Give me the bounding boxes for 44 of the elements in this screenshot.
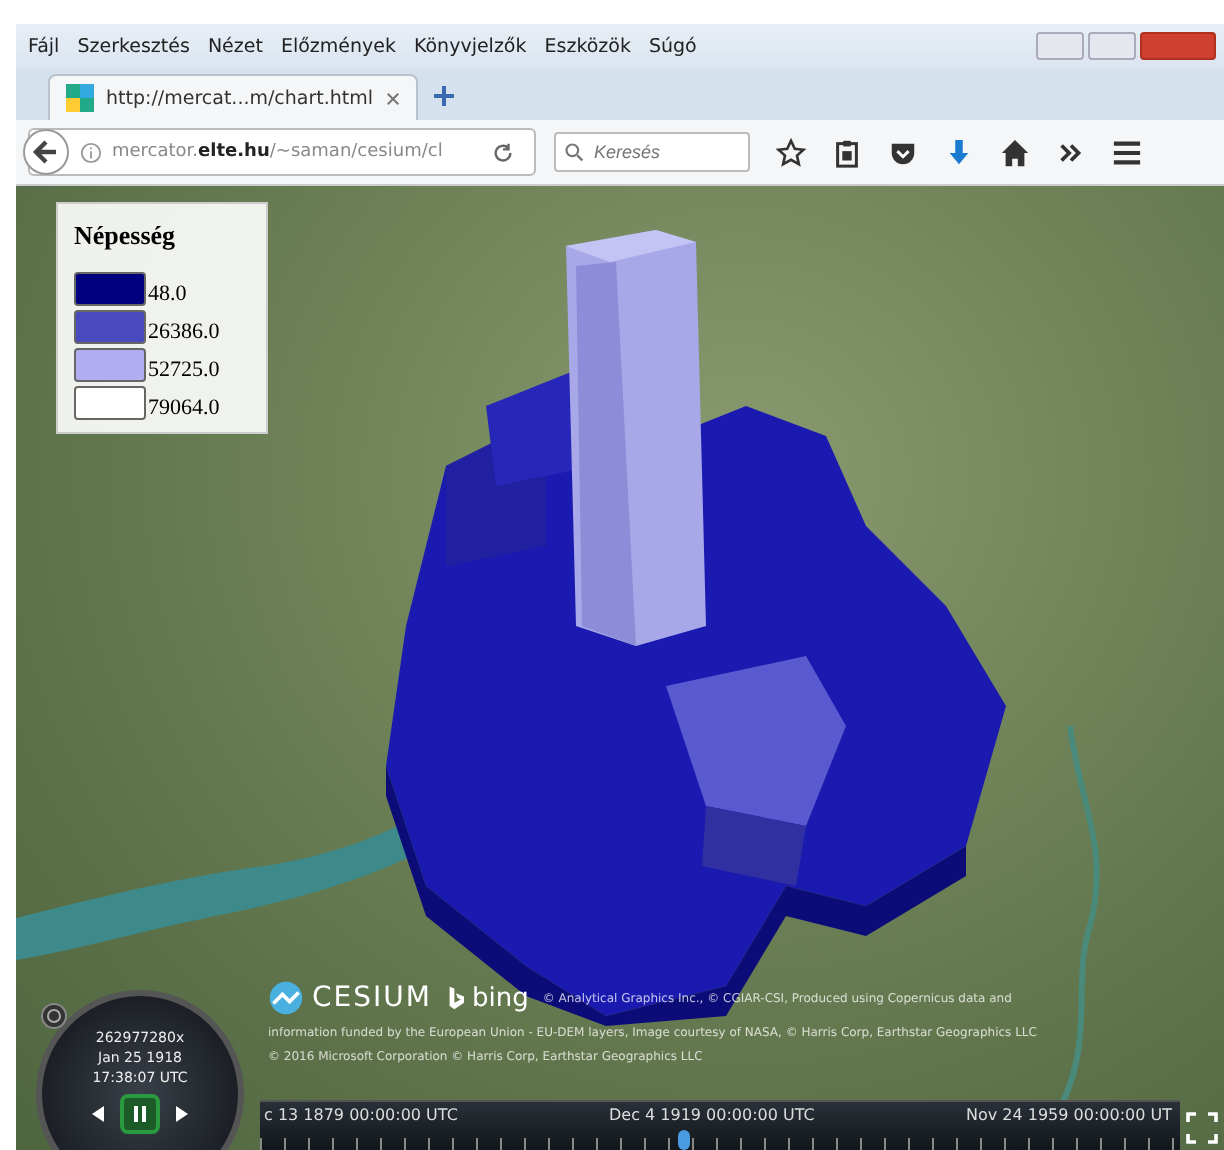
legend-label: 48.0 bbox=[148, 282, 187, 306]
search-icon bbox=[564, 142, 584, 162]
menu-item[interactable]: Eszközök bbox=[544, 35, 631, 57]
legend-label: 52725.0 bbox=[148, 358, 220, 382]
reload-icon[interactable] bbox=[492, 141, 514, 163]
timeline-label: c 13 1879 00:00:00 UTC bbox=[264, 1106, 458, 1124]
home-view-icon[interactable] bbox=[40, 1002, 68, 1030]
legend-label: 26386.0 bbox=[148, 320, 220, 344]
new-tab-icon[interactable] bbox=[433, 86, 454, 106]
cesium-logo-text: CESIUM bbox=[312, 982, 432, 1014]
timeline-bar[interactable]: c 13 1879 00:00:00 UTC Dec 4 1919 00:00:00 UTC Nov 24 1959 00:00:00 UT bbox=[260, 1100, 1180, 1150]
legend-label: 79064.0 bbox=[148, 396, 220, 420]
home-icon[interactable] bbox=[1000, 137, 1030, 167]
menu-item[interactable]: Előzmények bbox=[280, 35, 396, 57]
menu-item[interactable]: Súgó bbox=[648, 35, 697, 57]
search-field[interactable]: Keresés bbox=[554, 132, 750, 172]
timeline-playhead[interactable] bbox=[677, 1130, 690, 1150]
pause-icon bbox=[130, 1104, 150, 1124]
back-icon[interactable] bbox=[22, 128, 70, 176]
clipboard-icon[interactable] bbox=[832, 137, 862, 167]
timeline-label: Dec 4 1919 00:00:00 UTC bbox=[609, 1106, 815, 1124]
bookmark-star-icon[interactable] bbox=[776, 137, 806, 167]
cesium-logo-icon bbox=[268, 980, 304, 1016]
timeline-label: Nov 24 1959 00:00:00 UT bbox=[965, 1106, 1172, 1124]
fullscreen-icon[interactable] bbox=[1186, 1112, 1218, 1144]
browser-tab[interactable]: http://mercat...m/chart.html bbox=[48, 74, 418, 120]
tab-title: http://mercat...m/chart.html bbox=[106, 87, 374, 109]
menu-item[interactable]: Nézet bbox=[207, 35, 263, 57]
favicon-icon bbox=[66, 84, 94, 112]
play-icon[interactable] bbox=[172, 1104, 192, 1124]
url-text: mercator.elte.hu/~saman/cesium/cl bbox=[112, 142, 445, 162]
play-reverse-icon[interactable] bbox=[88, 1104, 108, 1124]
menu-item[interactable]: Fájl bbox=[28, 35, 60, 57]
info-icon[interactable] bbox=[80, 141, 102, 163]
menu-icon[interactable] bbox=[1112, 137, 1142, 167]
menu-item[interactable]: Szerkesztés bbox=[77, 35, 190, 57]
close-tab-icon[interactable] bbox=[385, 91, 400, 105]
download-icon[interactable] bbox=[944, 137, 974, 167]
address-bar[interactable]: mercator.elte.hu/~saman/cesium/cl bbox=[28, 128, 536, 176]
bing-logo-text: bing bbox=[471, 983, 529, 1013]
menu-item[interactable]: Könyvjelzők bbox=[413, 35, 527, 57]
pause-button[interactable] bbox=[120, 1094, 160, 1134]
bing-logo-icon bbox=[447, 984, 464, 1012]
legend-title: Népesség bbox=[74, 220, 178, 252]
